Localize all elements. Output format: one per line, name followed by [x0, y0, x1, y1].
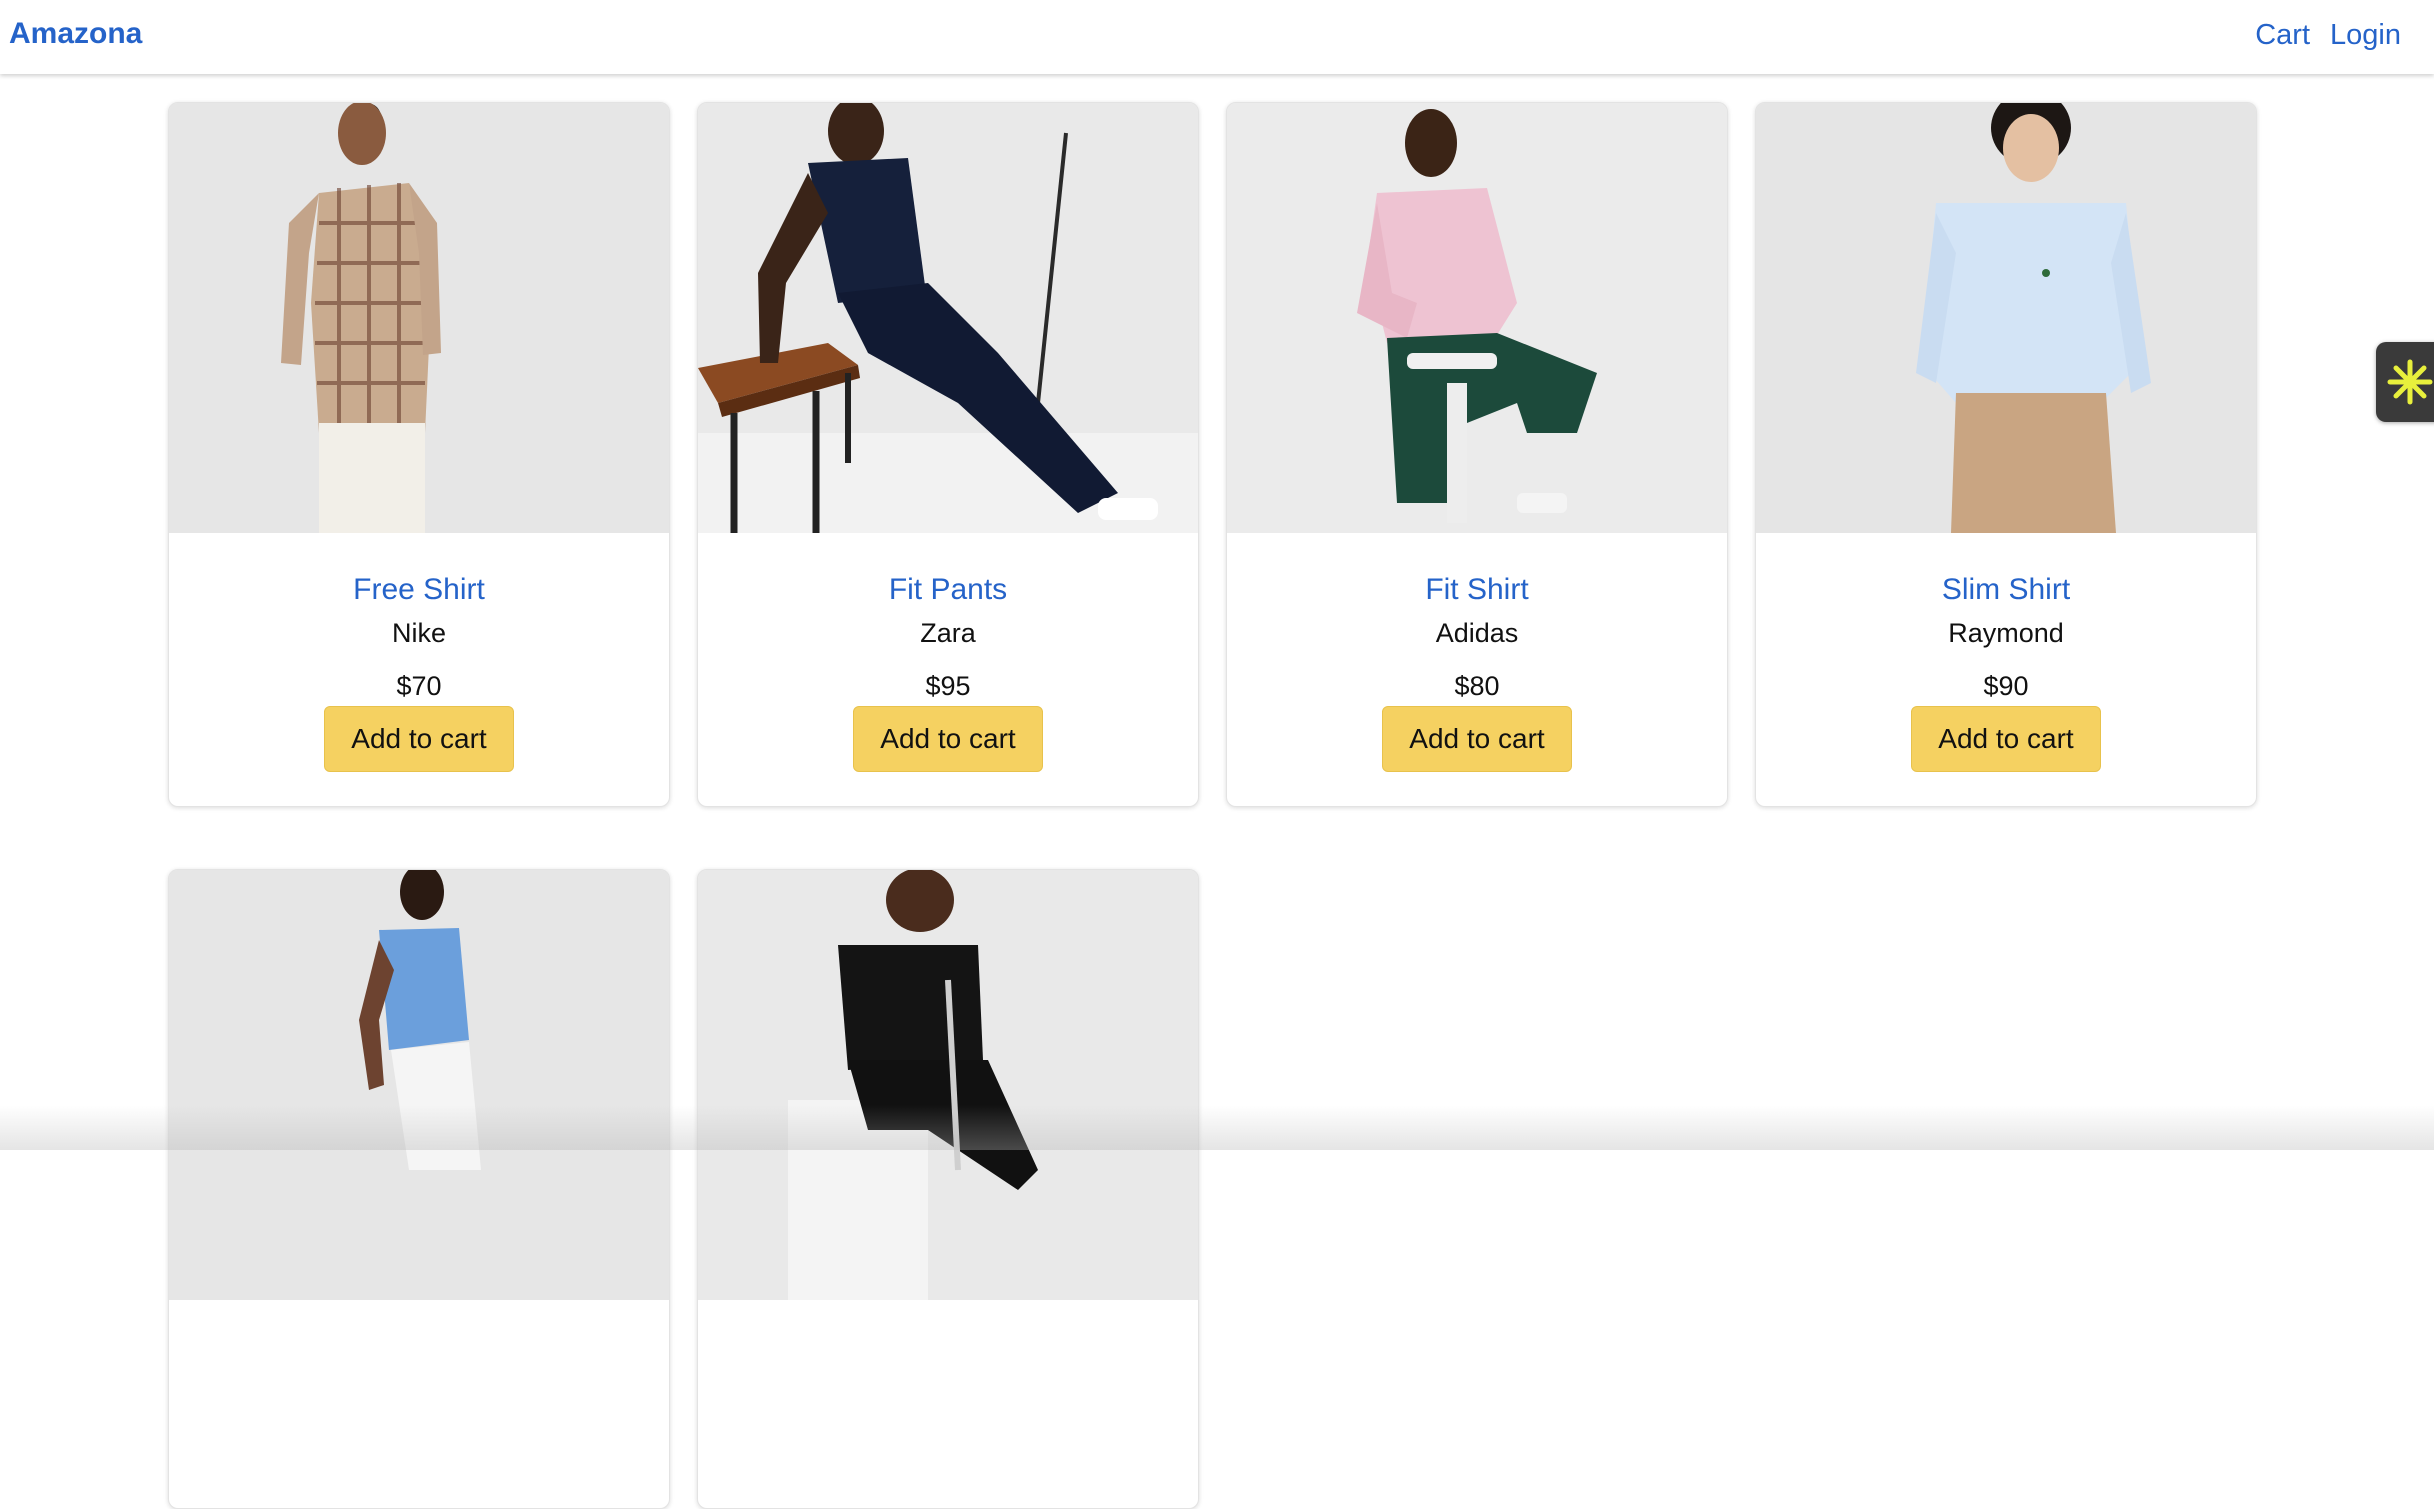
product-image[interactable] [169, 103, 669, 533]
asterisk-icon [2387, 359, 2433, 405]
product-card: Free Shirt Nike $70 Add to cart [168, 102, 670, 807]
product-price: $70 [396, 671, 442, 701]
product-brand: Zara [920, 618, 976, 648]
brand-logo-link[interactable]: Amazona [9, 17, 142, 51]
product-image[interactable] [698, 103, 1198, 533]
navbar: Amazona Cart Login [0, 0, 2434, 74]
login-link[interactable]: Login [2330, 19, 2401, 52]
product-brand: Nike [391, 618, 446, 648]
product-card [168, 869, 670, 1509]
product-price: $95 [925, 671, 971, 701]
floating-widget-button[interactable] [2376, 342, 2434, 422]
add-to-cart-button[interactable]: Add to cart [324, 706, 514, 772]
add-to-cart-button[interactable]: Add to cart [1911, 706, 2101, 772]
product-price: $90 [1983, 671, 2029, 701]
product-image[interactable] [698, 870, 1198, 1300]
product-image[interactable] [1227, 103, 1727, 533]
nav-links: Cart Login [2255, 19, 2401, 52]
product-image[interactable] [169, 870, 669, 1300]
product-price: $80 [1454, 671, 1500, 701]
add-to-cart-button[interactable]: Add to cart [1382, 706, 1572, 772]
product-name-link[interactable]: Fit Shirt [1227, 573, 1727, 607]
product-image[interactable] [1756, 103, 2256, 533]
product-card [697, 869, 1199, 1509]
product-card: Slim Shirt Raymond $90 Add to cart [1755, 102, 2257, 807]
product-name-link[interactable]: Free Shirt [169, 573, 669, 607]
product-card: Fit Pants Zara $95 Add to cart [697, 102, 1199, 807]
cart-link[interactable]: Cart [2255, 19, 2310, 52]
product-card: Fit Shirt Adidas $80 Add to cart [1226, 102, 1728, 807]
product-name-link[interactable]: Slim Shirt [1756, 573, 2256, 607]
product-name-link[interactable]: Fit Pants [698, 573, 1198, 607]
product-brand: Raymond [1948, 618, 2064, 648]
product-brand: Adidas [1435, 618, 1519, 648]
add-to-cart-button[interactable]: Add to cart [853, 706, 1043, 772]
